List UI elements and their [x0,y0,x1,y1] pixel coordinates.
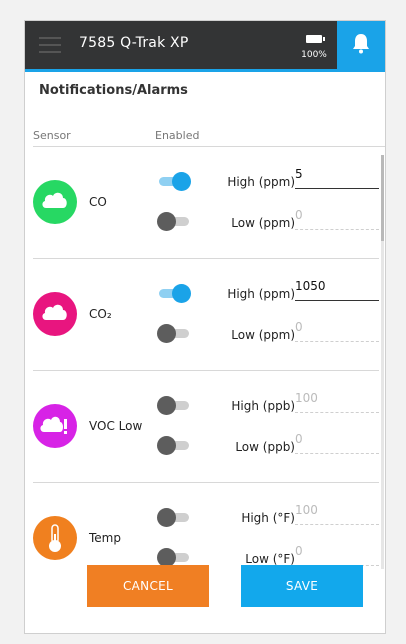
bell-icon [353,34,369,54]
hamburger-menu-icon[interactable] [39,35,61,55]
cancel-button[interactable]: CANCEL [87,565,209,607]
low-limit-input[interactable]: 0 [295,432,379,454]
sensor-row-voc-low: VOC Low High (ppb) 100 Low (ppb) 0 [25,371,379,483]
high-limit-input[interactable]: 100 [295,391,379,413]
low-limit-input[interactable]: 0 [295,320,379,342]
top-bar: 7585 Q-Trak XP 100% [25,21,385,69]
battery-label: 100% [301,50,327,60]
sensor-list: CO High (ppm) 5 Low (ppm) 0 CO₂ High (pp… [25,147,385,569]
high-limit-label: High (ppm) [227,287,295,301]
sensor-row-co2: CO₂ High (ppm) 1050 Low (ppm) 0 [25,259,379,371]
high-alarm-toggle[interactable] [157,395,191,415]
battery-icon [306,35,325,43]
column-header-sensor: Sensor [33,129,71,142]
low-limit-label: Low (ppm) [231,328,295,342]
low-limit-label: Low (ppm) [231,216,295,230]
low-alarm-toggle[interactable] [157,435,191,455]
topbar-accent-line [25,69,385,72]
cloud-icon [33,180,77,224]
sensor-row-co: CO High (ppm) 5 Low (ppm) 0 [25,147,379,259]
low-limit-input[interactable]: 0 [295,208,379,230]
battery-status: 100% [299,35,329,65]
sensor-name: CO [89,195,107,209]
low-limit-label: Low (ppb) [235,440,295,454]
high-limit-input[interactable]: 5 [295,167,379,189]
high-limit-label: High (ppb) [231,399,295,413]
high-alarm-toggle[interactable] [157,283,191,303]
sensor-row-temp: Temp High (°F) 100 Low (°F) 0 [25,483,379,569]
app-title: 7585 Q-Trak XP [79,35,189,51]
scrollbar-thumb[interactable] [381,155,384,241]
notifications-button[interactable] [337,21,385,69]
high-limit-input[interactable]: 100 [295,503,379,525]
sensor-name: VOC Low [89,419,143,433]
app-frame: 7585 Q-Trak XP 100% Notifications/Alarms… [24,20,386,634]
cloud-icon [33,292,77,336]
page-title: Notifications/Alarms [39,83,188,98]
low-limit-label: Low (°F) [245,552,295,566]
low-limit-input[interactable]: 0 [295,544,379,566]
high-limit-label: High (ppm) [227,175,295,189]
high-limit-label: High (°F) [241,511,295,525]
low-alarm-toggle[interactable] [157,211,191,231]
low-alarm-toggle[interactable] [157,547,191,567]
column-header-enabled: Enabled [155,129,200,142]
high-limit-input[interactable]: 1050 [295,279,379,301]
high-alarm-toggle[interactable] [157,507,191,527]
high-alarm-toggle[interactable] [157,171,191,191]
sensor-name: CO₂ [89,307,112,321]
sensor-name: Temp [89,531,121,545]
list-scrollbar[interactable] [381,155,384,569]
thermometer-icon [33,516,77,560]
cloud-alert-icon [33,404,77,448]
save-button[interactable]: SAVE [241,565,363,607]
low-alarm-toggle[interactable] [157,323,191,343]
